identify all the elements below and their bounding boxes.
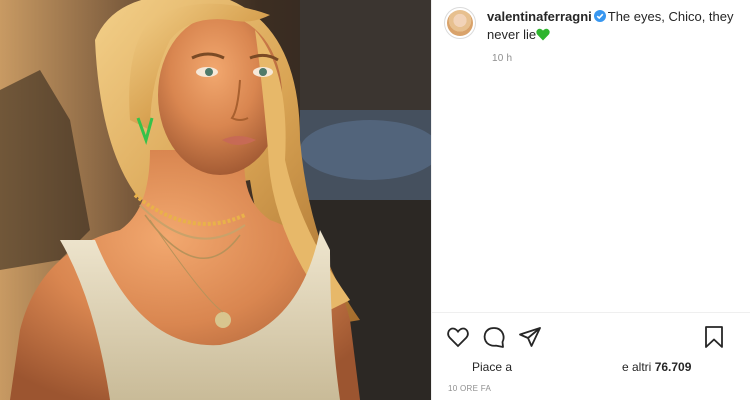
likes-summary[interactable]: e altri 76.709 (622, 360, 691, 374)
save-button[interactable] (702, 325, 726, 349)
verified-badge-icon (593, 10, 606, 22)
heart-icon (447, 327, 469, 348)
comment-icon (483, 327, 505, 348)
post-footer: Piace a e altri 76.709 10 ORE FA (432, 312, 750, 400)
instagram-post: valentinaferragni The eyes, Chico, they n… (0, 0, 750, 400)
likes-prefix: Piace a (472, 360, 513, 374)
comment-button[interactable] (482, 325, 506, 349)
caption: valentinaferragni The eyes, Chico, they n… (487, 7, 740, 44)
like-button[interactable] (446, 325, 470, 349)
caption-row: valentinaferragni The eyes, Chico, they n… (444, 7, 740, 44)
send-icon (519, 327, 541, 347)
username-link[interactable]: valentinaferragni (487, 9, 592, 24)
post-date: 10 ORE FA (448, 384, 492, 393)
bookmark-icon (705, 326, 723, 348)
likes-count[interactable]: 76.709 (655, 360, 692, 374)
green-heart-icon (536, 28, 550, 41)
likes-suffix: e altri (622, 360, 652, 374)
caption-time: 10 h (492, 53, 513, 64)
post-side-panel: valentinaferragni The eyes, Chico, they n… (431, 0, 750, 400)
action-bar (446, 325, 723, 351)
portrait-image (0, 0, 431, 400)
avatar[interactable] (444, 7, 476, 39)
share-button[interactable] (518, 325, 542, 349)
post-photo[interactable] (0, 0, 431, 400)
